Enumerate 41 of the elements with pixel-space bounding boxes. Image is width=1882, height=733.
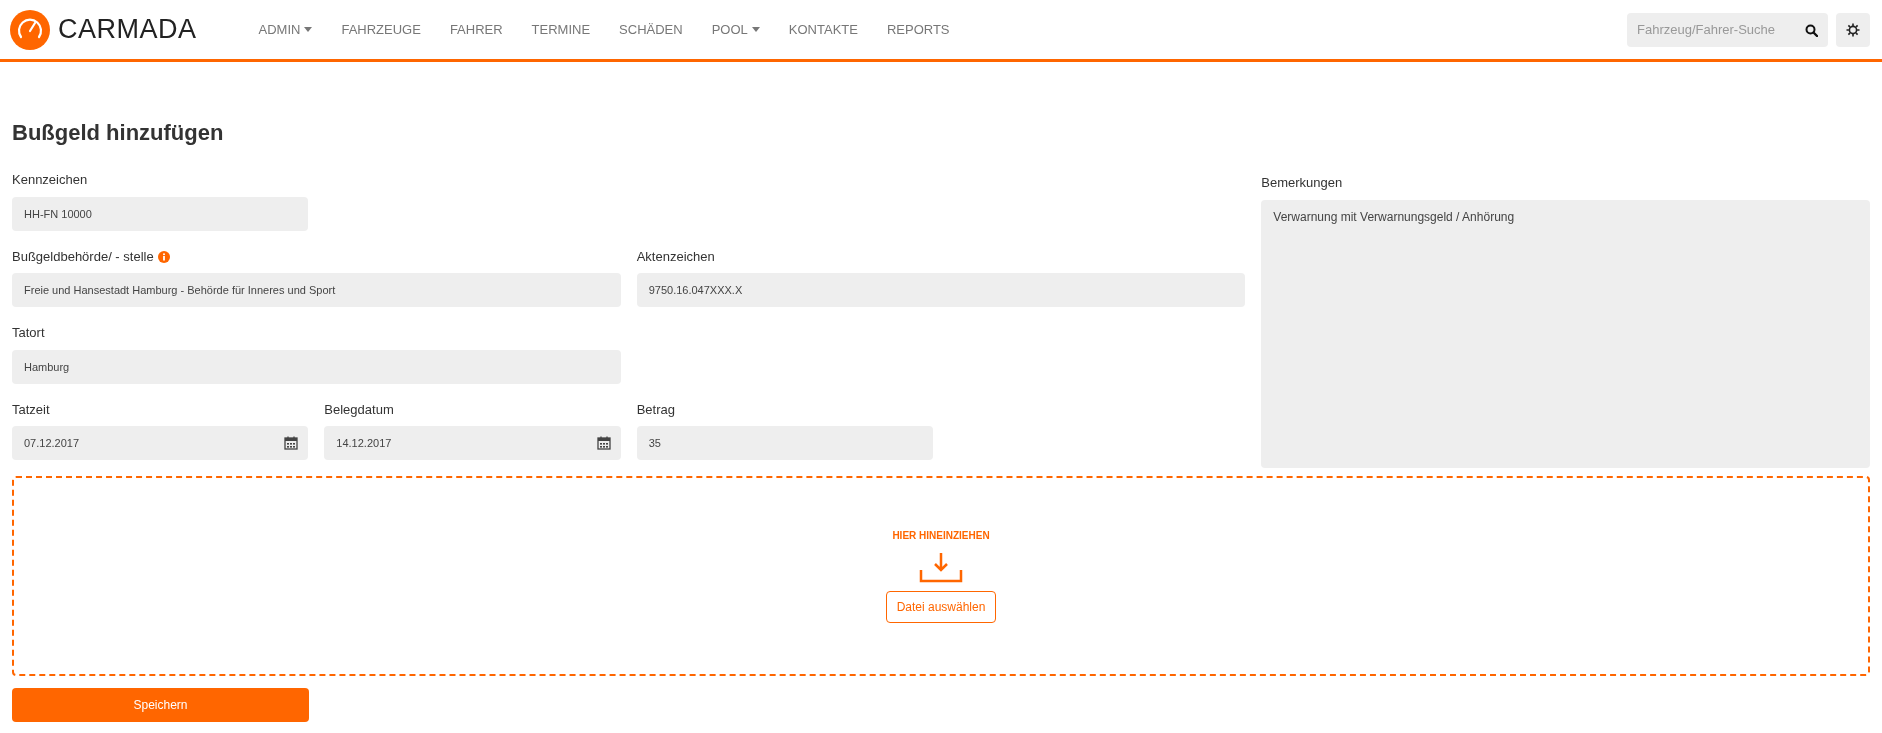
calendar-icon[interactable] [596,436,611,450]
save-button[interactable]: Speichern [12,687,309,722]
input-field[interactable]: Freie und Hansestadt Hamburg - Behörde für Inneres und Sport [12,273,621,308]
input-field[interactable]: 14.12.2017 [324,426,621,460]
nav-link[interactable]: SCHÄDEN [619,19,683,40]
nav-link[interactable]: REPORTS [886,19,950,40]
remarks-field[interactable]: Verwarnung mit Verwarnungsgeld / Anhörung [1261,199,1870,468]
input-field[interactable]: 9750.16.047XXX.X [636,273,1246,308]
settings-icon [1846,22,1860,37]
drop-zone[interactable]: HIER HINEINZIEHEN Datei auswählen [12,475,1870,676]
calendar-icon[interactable] [284,436,299,450]
nav-link[interactable]: KONTAKTE [788,19,858,40]
nav-link[interactable]: ADMIN [258,19,313,40]
settings-button[interactable] [1836,12,1870,47]
field-label: Aktenzeichen [636,247,715,266]
nav-link[interactable]: TERMINE [531,19,591,40]
page-title: Bußgeld hinzufügen [12,120,225,147]
drop-hint: HIER HINEINZIEHEN [892,529,990,544]
brand-name[interactable]: CARMADA [58,9,197,50]
field-label: Kennzeichen [12,171,88,190]
input-field[interactable]: Hamburg [12,349,621,384]
search-field[interactable]: Fahrzeug/Fahrer-Suche [1627,12,1828,47]
input-field[interactable]: 35 [636,426,933,460]
caret-icon [304,27,313,32]
logo-icon [10,9,50,50]
file-select-button[interactable]: Datei auswählen [885,591,997,624]
nav-link[interactable]: POOL [711,19,760,40]
info-icon[interactable] [157,250,170,263]
field-label: Belegdatum [324,400,394,419]
download-icon [919,551,963,584]
field-label: Tatzeit [12,400,50,419]
field-label: Tatort [12,324,45,343]
field-label: Betrag [636,400,675,419]
nav-link[interactable]: FAHRER [449,19,503,40]
field-label: Bußgeldbehörde/ - stelle [12,247,154,266]
search-icon[interactable] [1805,23,1818,37]
input-field[interactable]: HH-FN 10000 [12,196,309,231]
caret-icon [751,27,760,32]
field-label: Bemerkungen [1261,174,1343,193]
input-field[interactable]: 07.12.2017 [12,426,309,460]
nav-link[interactable]: FAHRZEUGE [341,19,421,40]
